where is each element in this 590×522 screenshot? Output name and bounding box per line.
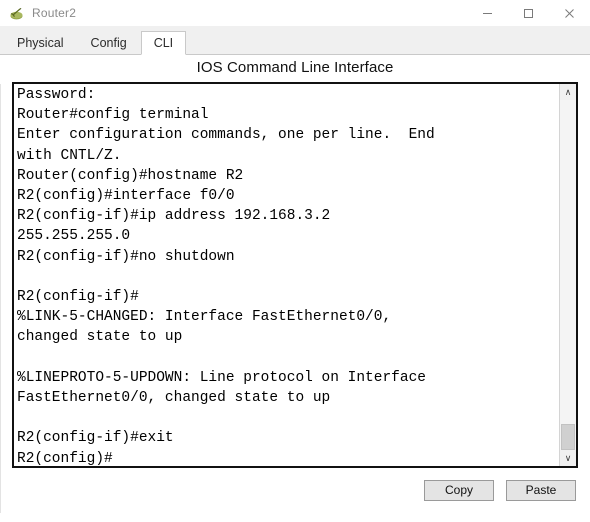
scrollbar-thumb[interactable] [561,424,575,450]
close-button[interactable] [549,0,590,26]
panel-title: IOS Command Line Interface [196,59,394,76]
minimize-button[interactable] [467,0,508,26]
tab-bar: Physical Config CLI [0,26,590,55]
window-titlebar: Router2 [0,0,590,26]
tab-config[interactable]: Config [77,31,140,54]
window-controls [467,0,590,26]
copy-button[interactable]: Copy [424,479,494,501]
panel-left-edge [0,84,1,522]
cli-panel: IOS Command Line Interface Password: Rou… [0,55,590,522]
terminal-output-area[interactable]: Password: Router#config terminal Enter c… [14,84,559,466]
tab-physical[interactable]: Physical [4,31,77,54]
scroll-down-icon[interactable]: ∨ [560,450,576,466]
clipped-bottom-row [0,513,590,522]
router-cli-window: Router2 Physical Config CLI IOS Command … [0,0,590,522]
terminal-frame: Password: Router#config terminal Enter c… [12,82,578,468]
router-device-icon [8,5,25,22]
terminal-scrollbar[interactable]: ∧ ∨ [559,84,576,466]
scroll-up-icon[interactable]: ∧ [560,84,576,100]
terminal-text: Password: Router#config terminal Enter c… [17,87,435,466]
window-title: Router2 [32,6,77,20]
paste-button[interactable]: Paste [506,479,576,501]
tab-cli[interactable]: CLI [140,31,187,55]
scrollbar-track[interactable] [560,100,576,450]
action-button-row: Copy Paste [0,468,590,512]
maximize-button[interactable] [508,0,549,26]
